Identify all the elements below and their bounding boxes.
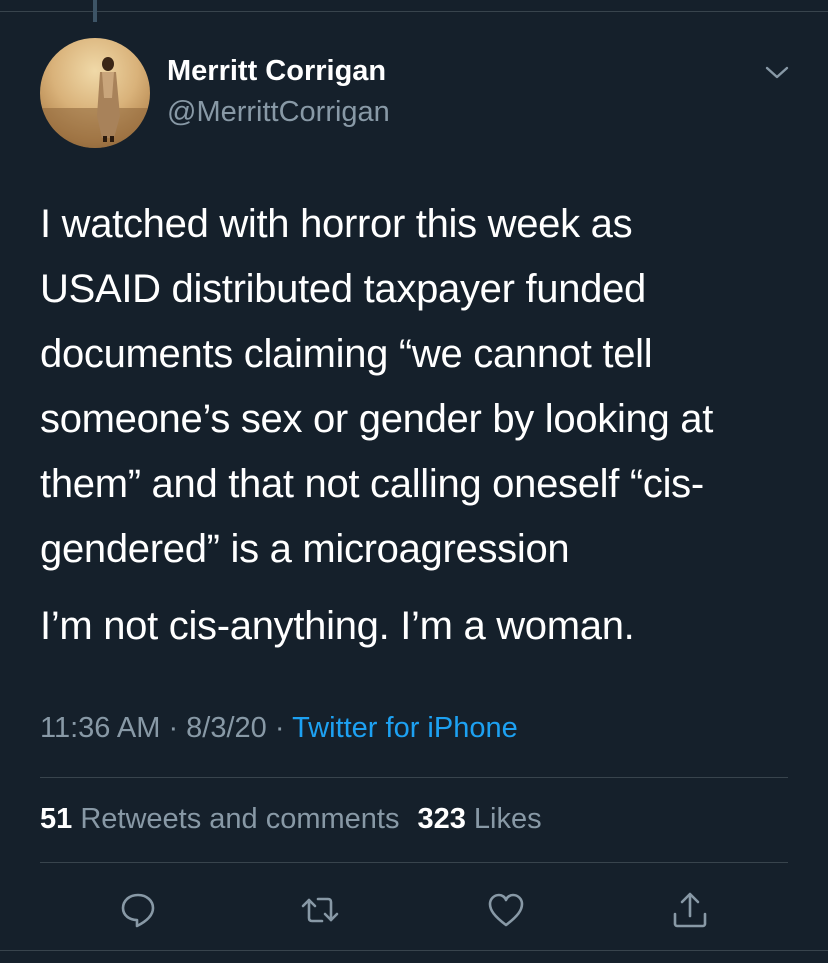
retweets-stat[interactable]: 51 Retweets and comments: [40, 803, 399, 835]
avatar[interactable]: [40, 38, 150, 148]
reply-button[interactable]: [118, 890, 158, 930]
author-name[interactable]: Merritt Corrigan: [167, 55, 386, 88]
likes-count: 323: [417, 803, 466, 835]
tweet-time: 11:36 AM: [40, 712, 161, 744]
chevron-down-icon[interactable]: [764, 62, 790, 82]
tweet-text-paragraph: I watched with horror this week as USAID…: [40, 202, 714, 571]
share-button[interactable]: [670, 890, 710, 930]
bottom-divider: [0, 950, 828, 951]
like-button[interactable]: [486, 890, 526, 930]
top-divider: [0, 11, 828, 12]
retweets-label: Retweets and comments: [72, 803, 400, 835]
share-icon: [673, 892, 707, 928]
retweets-count: 51: [40, 803, 73, 835]
divider: [40, 862, 788, 863]
divider: [40, 777, 788, 778]
likes-label: Likes: [465, 803, 542, 835]
tweet-date: 8/3/20: [186, 712, 267, 744]
tweet-source-link[interactable]: Twitter for iPhone: [292, 712, 518, 744]
author-handle[interactable]: @MerrittCorrigan: [167, 96, 390, 129]
thread-connector-line: [93, 0, 97, 22]
retweet-button[interactable]: [300, 890, 340, 930]
avatar-photo: [40, 57, 150, 148]
tweet-text: I watched with horror this week as USAID…: [40, 192, 800, 659]
heart-icon: [488, 893, 524, 927]
tweet-text-paragraph: I’m not cis-anything. I’m a woman.: [40, 604, 635, 648]
meta-separator: ·: [266, 712, 293, 744]
retweet-icon: [301, 897, 339, 923]
tweet-meta: 11:36 AM · 8/3/20 · Twitter for iPhone: [40, 712, 518, 745]
meta-separator: ·: [160, 712, 187, 744]
tweet-detail-screen: Merritt Corrigan @MerrittCorrigan I watc…: [0, 0, 828, 963]
engagement-stats: 51 Retweets and comments 323 Likes: [40, 803, 542, 836]
reply-icon: [121, 893, 155, 928]
likes-stat[interactable]: 323 Likes: [417, 803, 541, 835]
